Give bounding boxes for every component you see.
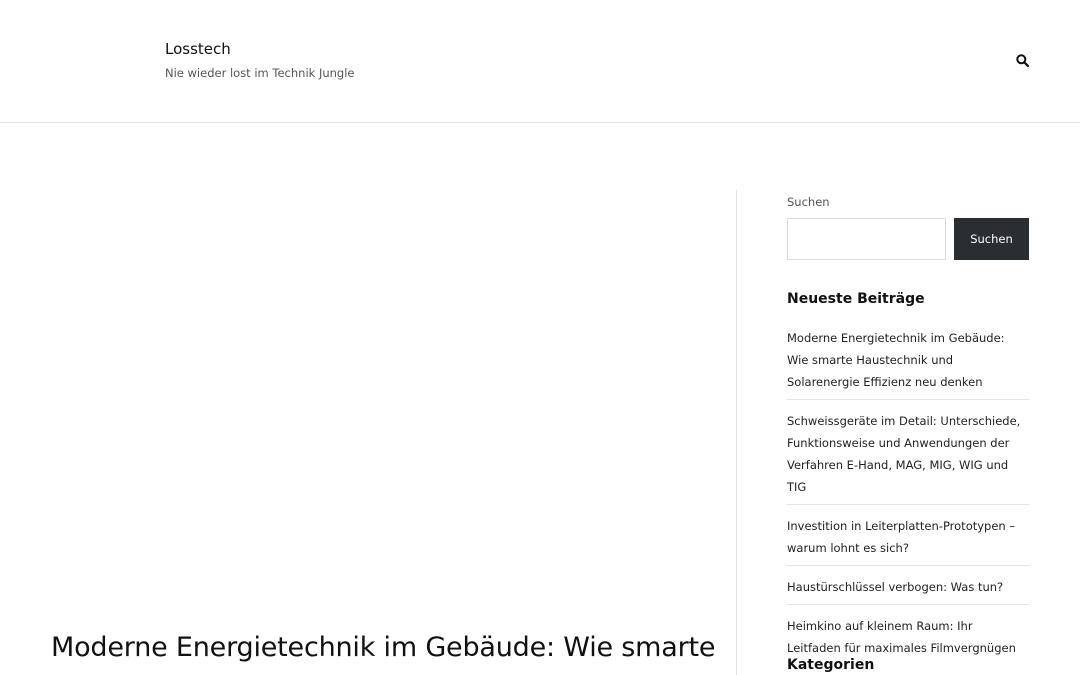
list-item: Moderne Energietechnik im Gebäude: Wie s…	[787, 324, 1029, 400]
search-input[interactable]	[787, 218, 946, 260]
site-header: Losstech Nie wieder lost im Technik Jung…	[0, 0, 1080, 123]
categories-title: Kategorien	[787, 657, 875, 673]
site-title-link[interactable]: Losstech	[165, 40, 231, 58]
recent-posts-list: Moderne Energietechnik im Gebäude: Wie s…	[787, 324, 1029, 672]
search-icon	[1015, 53, 1029, 67]
search-label: Suchen	[787, 195, 830, 209]
recent-post-link[interactable]: Heimkino auf kleinem Raum: Ihr Leitfaden…	[787, 619, 1016, 655]
recent-posts-title: Neueste Beiträge	[787, 291, 925, 307]
search-submit-button[interactable]: Suchen	[954, 218, 1029, 260]
list-item: Investition in Leiterplatten-Prototypen …	[787, 512, 1029, 566]
content-divider	[736, 190, 737, 675]
recent-post-link[interactable]: Moderne Energietechnik im Gebäude: Wie s…	[787, 331, 1005, 389]
recent-post-link[interactable]: Haustürschlüssel verbogen: Was tun?	[787, 580, 1003, 594]
post-title[interactable]: Moderne Energietechnik im Gebäude: Wie s…	[51, 632, 721, 663]
recent-post-link[interactable]: Investition in Leiterplatten-Prototypen …	[787, 519, 1015, 555]
recent-post-link[interactable]: Schweissgeräte im Detail: Unterschiede, …	[787, 414, 1020, 494]
header-search-button[interactable]	[1012, 50, 1032, 70]
featured-image[interactable]	[51, 190, 691, 610]
site-tagline: Nie wieder lost im Technik Jungle	[165, 66, 355, 80]
list-item: Schweissgeräte im Detail: Unterschiede, …	[787, 407, 1029, 505]
list-item: Haustürschlüssel verbogen: Was tun?	[787, 573, 1029, 605]
